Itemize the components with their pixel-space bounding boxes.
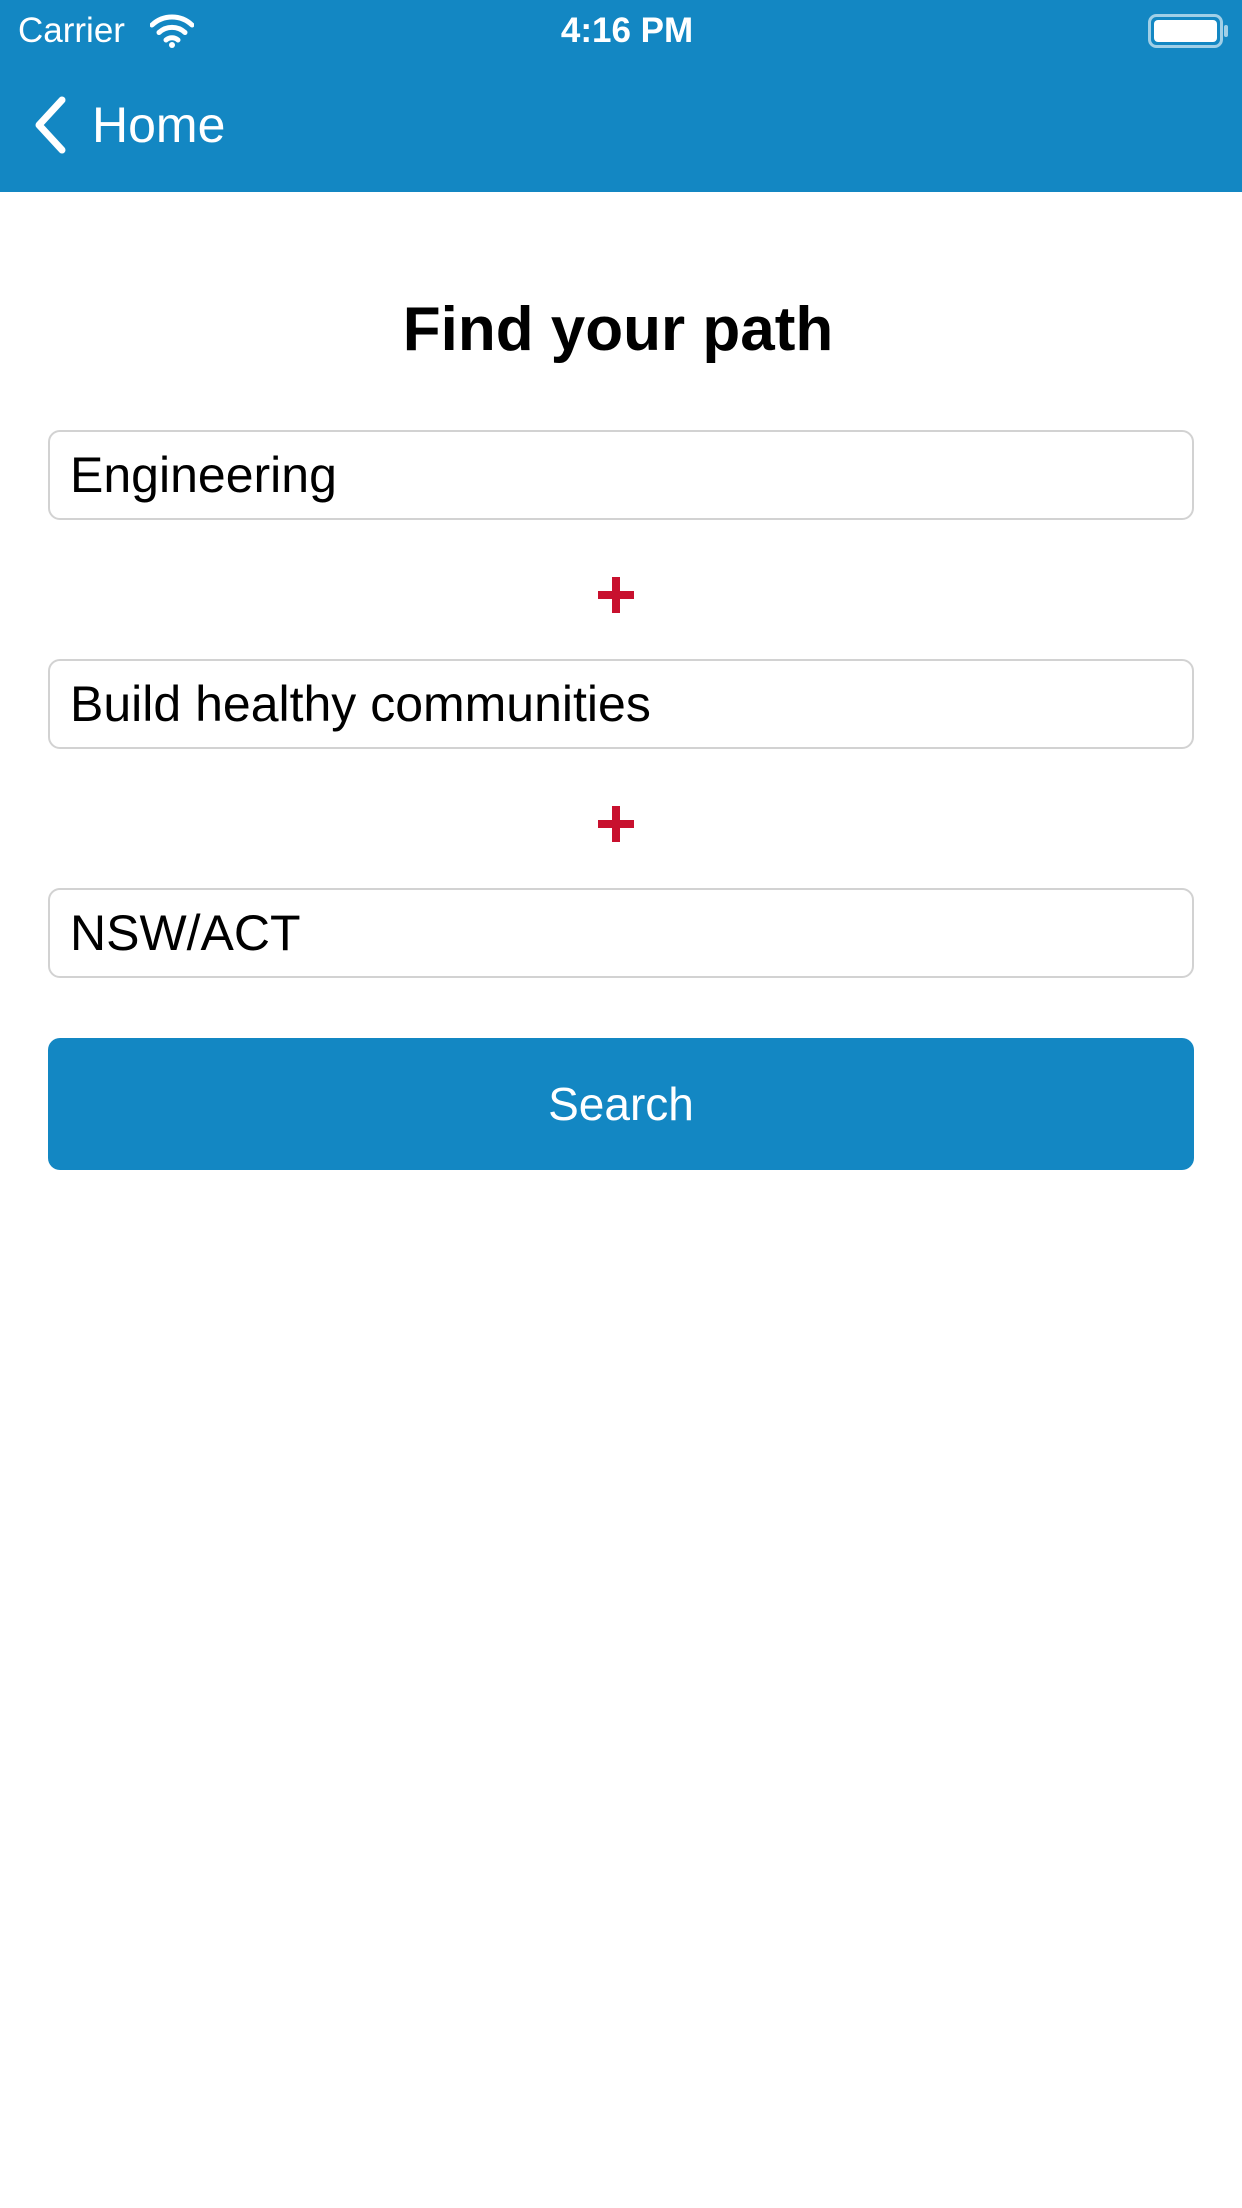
back-button-label: Home (92, 97, 226, 153)
location-field[interactable] (48, 888, 1194, 978)
header: Carrier 4:16 PM Home (0, 0, 1242, 192)
battery-icon (1148, 14, 1228, 48)
chevron-left-icon (35, 96, 66, 154)
plus-icon (598, 806, 634, 842)
status-bar: Carrier 4:16 PM (0, 0, 1242, 62)
search-button[interactable]: Search (48, 1038, 1194, 1170)
goal-field[interactable] (48, 659, 1194, 749)
interest-field[interactable] (48, 430, 1194, 520)
status-time: 4:16 PM (560, 11, 694, 50)
navigation-bar: Home (0, 62, 1242, 192)
page-title: Find your path (402, 295, 834, 364)
app-screen: Carrier 4:16 PM Home Find your path Engi… (0, 0, 1242, 2208)
plus-icon (598, 577, 634, 613)
back-button[interactable]: Home (30, 90, 225, 160)
